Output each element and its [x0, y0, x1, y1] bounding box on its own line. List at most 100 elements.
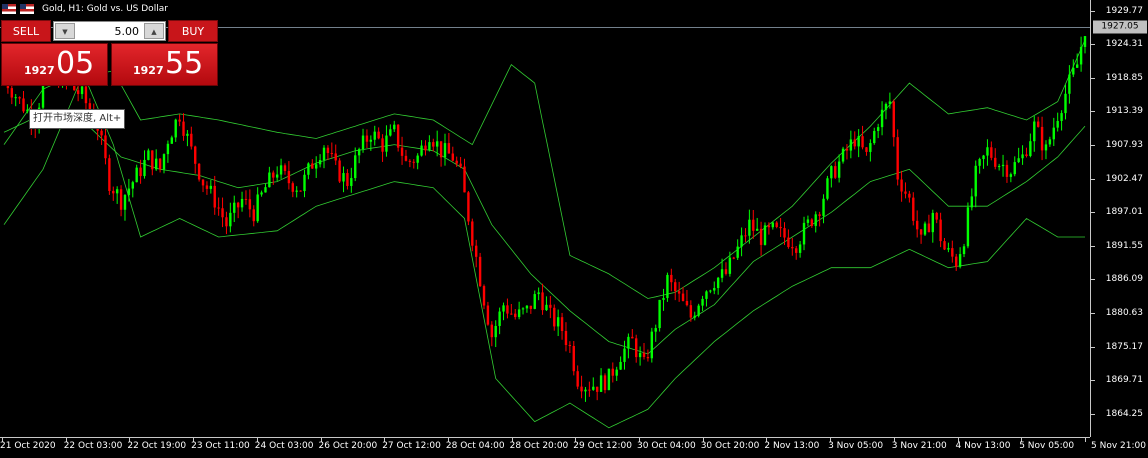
time-axis-label: 3 Nov 21:00	[891, 441, 947, 451]
chart-title-bar: Gold, H1: Gold vs. US Dollar	[0, 0, 168, 18]
candle-body	[779, 226, 782, 229]
candle-body	[1064, 93, 1067, 114]
candle-body	[396, 124, 400, 148]
candle-body	[119, 189, 123, 210]
candle-body	[471, 221, 474, 246]
candle-body	[354, 155, 357, 179]
candle-body	[1072, 67, 1075, 75]
sell-button[interactable]: SELL	[1, 20, 51, 42]
candle-body	[154, 158, 158, 170]
candle-body	[861, 136, 864, 148]
candle-body	[865, 147, 868, 152]
candle-body	[947, 248, 950, 250]
candle-body	[428, 142, 431, 151]
candle-body	[818, 214, 821, 216]
candle-body	[896, 137, 899, 180]
candle-body	[100, 130, 103, 136]
sell-quote-pips: 05	[56, 46, 95, 81]
market-depth-tooltip: 打开市场深度, Alt+	[29, 109, 126, 129]
candle-body	[408, 160, 412, 162]
candle-body	[955, 256, 958, 267]
lot-size-input[interactable]	[78, 22, 141, 40]
candle-body	[420, 145, 423, 156]
candle-body	[14, 97, 17, 99]
candle-body	[720, 269, 724, 278]
price-axis-tick	[1091, 178, 1095, 180]
candle-body	[677, 291, 681, 294]
candle-body	[681, 293, 685, 301]
lot-size-stepper: ▼ ▲	[53, 21, 166, 41]
buy-quote-button[interactable]: 1927 55	[111, 43, 218, 86]
candle-body	[194, 146, 197, 164]
candle-body	[978, 159, 981, 166]
candle-body	[943, 241, 946, 250]
price-axis-label: 1902.47	[1105, 173, 1143, 184]
candle-body	[611, 368, 614, 376]
buy-quote-figure: 1927	[133, 64, 164, 77]
candle-body	[755, 228, 759, 231]
candle-body	[498, 311, 501, 326]
candle-body	[525, 305, 529, 309]
candle-body	[666, 274, 669, 299]
candle-body	[229, 212, 232, 227]
lot-increase-icon[interactable]: ▲	[144, 23, 164, 39]
candle-body	[275, 174, 279, 178]
candle-body	[853, 139, 856, 147]
candle-body	[1048, 139, 1052, 145]
candle-body	[439, 141, 443, 158]
price-axis-label: 1907.93	[1105, 140, 1143, 151]
lot-decrease-icon[interactable]: ▼	[55, 23, 75, 39]
candle-body	[783, 228, 786, 238]
candle-body	[330, 153, 334, 155]
candle-body	[1005, 164, 1009, 177]
candle-body	[876, 127, 880, 131]
candle-body	[689, 305, 693, 318]
time-axis-label: 3 Nov 05:00	[828, 441, 884, 451]
candle-body	[311, 163, 314, 169]
candle-body	[615, 369, 618, 376]
candle-body	[884, 103, 888, 110]
candle-body	[424, 145, 427, 151]
time-axis-label: 22 Oct 19:00	[127, 441, 187, 451]
candle-body	[549, 304, 552, 308]
candle-body	[279, 165, 283, 175]
candle-body	[303, 174, 306, 192]
price-axis-label: 1886.09	[1105, 274, 1143, 285]
time-axis-label: 29 Oct 12:00	[573, 441, 632, 451]
candle-body	[1040, 126, 1044, 151]
candle-body	[931, 212, 935, 233]
candle-body	[1013, 162, 1016, 175]
candle-body	[365, 135, 369, 142]
candle-body	[326, 147, 330, 154]
candle-body	[416, 155, 419, 163]
candle-body	[795, 248, 798, 253]
candle-body	[966, 207, 970, 247]
candle-body	[209, 185, 213, 189]
price-axis-tick	[1091, 145, 1095, 147]
price-axis-label: 1891.55	[1105, 240, 1143, 251]
time-axis-label: 23 Oct 11:00	[191, 441, 250, 451]
candle-body	[541, 292, 544, 311]
candle-body	[381, 138, 384, 152]
candle-body	[287, 170, 291, 184]
price-axis-label: 1875.17	[1105, 341, 1143, 352]
candle-body	[553, 307, 556, 327]
candle-body	[642, 352, 646, 357]
buy-button[interactable]: BUY	[168, 20, 218, 42]
candle-body	[506, 305, 509, 314]
candle-body	[869, 143, 872, 152]
candle-body	[939, 219, 942, 242]
candle-body	[1083, 36, 1087, 47]
candle-body	[404, 155, 408, 161]
candle-body	[248, 199, 252, 210]
candle-body	[158, 158, 162, 170]
candle-body	[638, 352, 642, 358]
time-axis-label: 26 Oct 20:00	[318, 441, 378, 451]
candle-body	[752, 219, 755, 231]
time-axis-label: 30 Oct 20:00	[700, 441, 760, 451]
candle-body	[1036, 121, 1040, 127]
buy-quote-pips: 55	[165, 46, 204, 81]
sell-quote-button[interactable]: 1927 05	[1, 43, 108, 86]
candle-body	[693, 315, 696, 318]
candle-body	[880, 109, 884, 128]
